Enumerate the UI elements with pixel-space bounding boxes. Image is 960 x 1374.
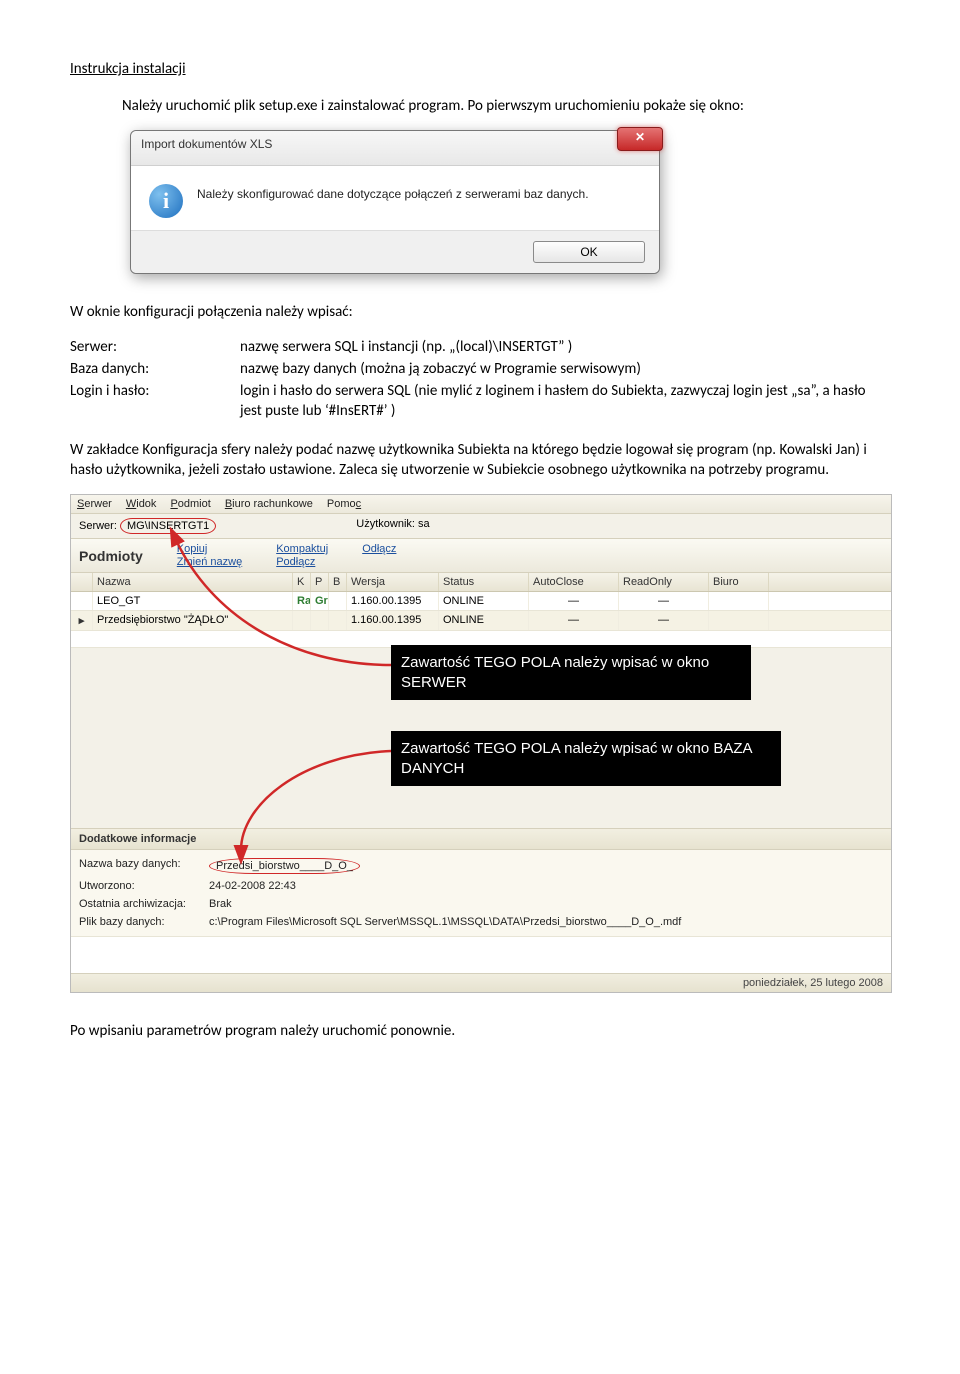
def-baza-value: nazwę bazy danych (można ją zobaczyć w P… <box>240 359 890 379</box>
link-kompaktuj[interactable]: Kompaktuj <box>276 543 328 555</box>
ok-button[interactable]: OK <box>533 241 645 263</box>
row-marker <box>71 592 93 610</box>
cell-status: ONLINE <box>439 592 529 610</box>
cell-nazwa: Przedsiębiorstwo "ŻĄDŁO" <box>93 611 293 630</box>
detail-utworzono-value: 24-02-2008 22:43 <box>209 880 883 892</box>
def-login-value: login i hasło do serwera SQL (nie mylić … <box>240 381 890 422</box>
podmioty-title: Podmioty <box>79 548 155 564</box>
dialog-title: Import dokumentów XLS <box>141 137 272 151</box>
server-value-circled: MG\INSERTGT1 <box>120 518 216 534</box>
menu-pomoc[interactable]: Pomoc <box>327 498 361 510</box>
after-dialog-paragraph: W oknie konfiguracji połączenia należy w… <box>70 302 890 322</box>
cell-status: ONLINE <box>439 611 529 630</box>
link-podlacz[interactable]: Podłącz <box>276 556 328 568</box>
link-odlacz[interactable]: Odłącz <box>362 543 396 555</box>
cell-biuro <box>709 592 769 610</box>
infobar: Serwer: MG\INSERTGT1 Użytkownik: sa <box>71 514 891 538</box>
table-row[interactable]: ▸ Przedsiębiorstwo "ŻĄDŁO" 1.160.00.1395… <box>71 611 891 631</box>
col-autoclose[interactable]: AutoClose <box>529 573 619 591</box>
details-panel: Nazwa bazy danych: Przedsi_biorstwo____D… <box>71 850 891 936</box>
dialog-window: Import dokumentów XLS ✕ i Należy skonfig… <box>130 130 660 274</box>
def-login-label: Login i hasło: <box>70 381 210 422</box>
col-p[interactable]: P <box>311 573 329 591</box>
detail-plik-value: c:\Program Files\Microsoft SQL Server\MS… <box>209 916 883 928</box>
blank-area <box>71 936 891 973</box>
dialog-body: i Należy skonfigurować dane dotyczące po… <box>131 166 659 230</box>
info-icon: i <box>149 184 183 218</box>
close-icon: ✕ <box>635 130 645 144</box>
cell-k: Ra <box>293 592 311 610</box>
menu-widok[interactable]: Widok <box>126 498 157 510</box>
table-row[interactable]: LEO_GT Ra Gr 1.160.00.1395 ONLINE — — <box>71 592 891 611</box>
podmioty-links: Kopiuj Kompaktuj Odłącz Zmień nazwę Podł… <box>177 543 397 568</box>
cell-b <box>329 611 347 630</box>
cell-wersja: 1.160.00.1395 <box>347 611 439 630</box>
user-info: Użytkownik: sa <box>356 518 429 534</box>
grid-header: Nazwa K P B Wersja Status AutoClose Read… <box>71 573 891 592</box>
detail-nazwa-circled: Przedsi_biorstwo____D_O_ <box>209 858 360 874</box>
detail-archiwizacja-label: Ostatnia archiwizacja: <box>79 898 209 910</box>
detail-plik-label: Plik bazy danych: <box>79 916 209 928</box>
detail-nazwa-label: Nazwa bazy danych: <box>79 858 209 874</box>
row-marker: ▸ <box>71 611 93 630</box>
close-button[interactable]: ✕ <box>617 127 663 151</box>
detail-utworzono-label: Utworzono: <box>79 880 209 892</box>
link-kopiuj[interactable]: Kopiuj <box>177 543 242 555</box>
cell-p <box>311 611 329 630</box>
def-serwer-value: nazwę serwera SQL i instancji (np. „(loc… <box>240 337 890 357</box>
closing-paragraph: Po wpisaniu parametrów program należy ur… <box>70 1021 890 1041</box>
col-readonly[interactable]: ReadOnly <box>619 573 709 591</box>
app-screenshot: SSerwererwer Widok Podmiot Biuro rachunk… <box>70 494 892 993</box>
server-label: Serwer: <box>79 520 117 532</box>
cell-nazwa: LEO_GT <box>93 592 293 610</box>
def-baza-label: Baza danych: <box>70 359 210 379</box>
cell-p: Gr <box>311 592 329 610</box>
user-label: Użytkownik: <box>356 518 415 530</box>
cell-autoclose: — <box>529 592 619 610</box>
cell-autoclose: — <box>529 611 619 630</box>
cell-readonly: — <box>619 611 709 630</box>
col-b[interactable]: B <box>329 573 347 591</box>
definitions-table: Serwer: nazwę serwera SQL i instancji (n… <box>70 337 890 422</box>
col-status[interactable]: Status <box>439 573 529 591</box>
def-serwer-label: Serwer: <box>70 337 210 357</box>
additional-info-header: Dodatkowe informacje <box>71 828 891 850</box>
dialog-titlebar: Import dokumentów XLS ✕ <box>131 131 659 166</box>
dialog-footer: OK <box>131 230 659 273</box>
col-wersja[interactable]: Wersja <box>347 573 439 591</box>
cell-k <box>293 611 311 630</box>
config-sfera-paragraph: W zakładce Konfiguracja sfery należy pod… <box>70 440 890 481</box>
dialog-message: Należy skonfigurować dane dotyczące połą… <box>197 184 589 218</box>
menu-biuro[interactable]: Biuro rachunkowe <box>225 498 313 510</box>
annotation-serwer: Zawartość TEGO POLA należy wpisać w okno… <box>391 645 751 700</box>
statusbar: poniedziałek, 25 lutego 2008 <box>71 973 891 992</box>
detail-nazwa-value: Przedsi_biorstwo____D_O_ <box>209 858 883 874</box>
cell-b <box>329 592 347 610</box>
cell-biuro <box>709 611 769 630</box>
col-nazwa[interactable]: Nazwa <box>93 573 293 591</box>
col-k[interactable]: K <box>293 573 311 591</box>
cell-wersja: 1.160.00.1395 <box>347 592 439 610</box>
dialog-screenshot: Import dokumentów XLS ✕ i Należy skonfig… <box>130 130 660 274</box>
server-info: Serwer: MG\INSERTGT1 <box>79 518 216 534</box>
menubar: SSerwererwer Widok Podmiot Biuro rachunk… <box>71 495 891 514</box>
cell-readonly: — <box>619 592 709 610</box>
annotation-baza: Zawartość TEGO POLA należy wpisać w okno… <box>391 731 781 786</box>
col-biuro[interactable]: Biuro <box>709 573 769 591</box>
detail-archiwizacja-value: Brak <box>209 898 883 910</box>
section-heading: Instrukcja instalacji <box>70 60 890 78</box>
podmioty-bar: Podmioty Kopiuj Kompaktuj Odłącz Zmień n… <box>71 538 891 573</box>
menu-serwer[interactable]: SSerwererwer <box>77 498 112 510</box>
menu-podmiot[interactable]: Podmiot <box>170 498 210 510</box>
user-value: sa <box>418 518 430 530</box>
link-zmien-nazwe[interactable]: Zmień nazwę <box>177 556 242 568</box>
intro-paragraph: Należy uruchomić plik setup.exe i zainst… <box>70 96 890 116</box>
